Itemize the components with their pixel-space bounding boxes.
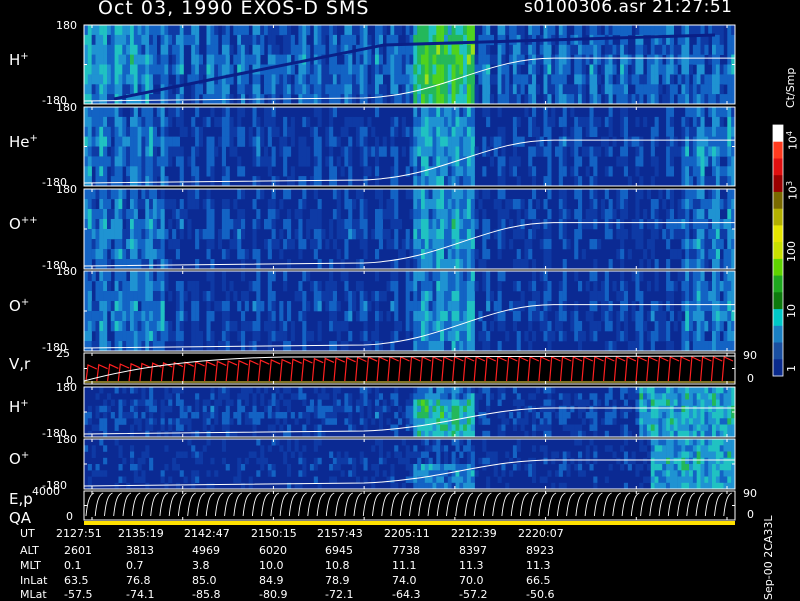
panel-h2 [84, 387, 735, 437]
colorbar-band [773, 359, 783, 376]
panel-vr [84, 353, 735, 384]
panel-o2 [84, 439, 735, 489]
footer-cell: 3813 [126, 544, 154, 557]
colorbar-label: 10 [785, 304, 798, 318]
axis-top-vr: 25 [56, 347, 70, 360]
panel-label-ep: E,p [9, 490, 33, 508]
axis-top-opp: 180 [56, 183, 77, 196]
colorbar [773, 125, 783, 377]
panel-label-o1: O+ [9, 297, 29, 315]
footer-cell: -50.6 [526, 588, 554, 601]
footer-cell: 74.0 [392, 574, 417, 587]
footer-cell: -74.1 [126, 588, 154, 601]
footer-cell: 8397 [459, 544, 487, 557]
panel-opp [84, 189, 735, 269]
colorbar-band [773, 343, 783, 360]
panel-label-h2: H+ [9, 398, 29, 416]
footer-cell: 8923 [526, 544, 554, 557]
colorbar-band [773, 159, 783, 176]
footer-cell: 66.5 [526, 574, 551, 587]
colorbar-band [773, 276, 783, 293]
footer-row-label: MLat [20, 588, 47, 601]
footer-cell: 78.9 [325, 574, 350, 587]
colorbar-band [773, 242, 783, 259]
right-axis-top-ep: 90 [743, 487, 757, 500]
panel-label-o2: O+ [9, 450, 29, 468]
footer-cell: 2135:19 [118, 527, 164, 540]
colorbar-band [773, 125, 783, 142]
footer-cell: 11.3 [526, 559, 551, 572]
footer-row-label: ALT [20, 544, 39, 557]
footer-cell: -85.8 [192, 588, 220, 601]
axis-bottom-ep: 0 [66, 510, 73, 523]
footer-cell: 6020 [259, 544, 287, 557]
colorbar-band [773, 142, 783, 159]
footer-row-label: MLT [20, 559, 41, 572]
panel-label-vr: V,r [9, 355, 30, 373]
colorbar-label: 103 [785, 181, 800, 200]
footer-cell: 84.9 [259, 574, 284, 587]
footer-cell: 6945 [325, 544, 353, 557]
footer-cell: 0.1 [64, 559, 82, 572]
colorbar-label: 104 [785, 131, 800, 150]
spectrogram-plot [0, 0, 800, 600]
right-axis-top-vr: 90 [743, 349, 757, 362]
panel-label-he: He+ [9, 133, 38, 151]
footer-cell: 2205:11 [384, 527, 430, 540]
footer-cell: 76.8 [126, 574, 151, 587]
axis-top-o1: 180 [56, 265, 77, 278]
panel-h1 [84, 25, 735, 104]
colorbar-band [773, 209, 783, 226]
footer-cell: -57.5 [64, 588, 92, 601]
footer-cell: 0.7 [126, 559, 144, 572]
footer-cell: 2601 [64, 544, 92, 557]
footer-stamp: Sep-00 2CA33L [762, 515, 775, 600]
footer-cell: -80.9 [259, 588, 287, 601]
footer-cell: 63.5 [64, 574, 89, 587]
colorbar-label: 1 [785, 365, 798, 372]
footer-cell: 2127:51 [56, 527, 102, 540]
footer-cell: -72.1 [325, 588, 353, 601]
footer-cell: 10.8 [325, 559, 350, 572]
colorbar-band [773, 225, 783, 242]
footer-cell: 85.0 [192, 574, 217, 587]
footer-cell: 2157:43 [317, 527, 363, 540]
colorbar-label: 100 [785, 241, 798, 262]
axis-top-h2: 180 [56, 381, 77, 394]
panel-label-h1: H+ [9, 51, 29, 69]
panel-label2-ep: QA [9, 509, 31, 527]
colorbar-band [773, 259, 783, 276]
footer-cell: 2150:15 [251, 527, 297, 540]
footer-cell: 2212:39 [451, 527, 497, 540]
panel-ep [84, 491, 735, 525]
colorbar-units: Ct/Smp [784, 68, 797, 108]
axis-top-he: 180 [56, 101, 77, 114]
panel-o1 [84, 271, 735, 351]
footer-row-label: UT [20, 527, 35, 540]
footer-cell: 2220:07 [518, 527, 564, 540]
footer-cell: -57.2 [459, 588, 487, 601]
right-axis-bottom-vr: 0 [747, 372, 754, 385]
right-axis-bottom-ep: 0 [747, 508, 754, 521]
footer-cell: 70.0 [459, 574, 484, 587]
colorbar-band [773, 309, 783, 326]
colorbar-band [773, 175, 783, 192]
panel-label-opp: O++ [9, 215, 38, 233]
footer-cell: 11.1 [392, 559, 417, 572]
footer-row-label: InLat [20, 574, 47, 587]
footer-cell: -64.3 [392, 588, 420, 601]
footer-cell: 10.0 [259, 559, 284, 572]
colorbar-band [773, 292, 783, 309]
footer-cell: 7738 [392, 544, 420, 557]
colorbar-band [773, 326, 783, 343]
footer-cell: 4969 [192, 544, 220, 557]
footer-cell: 2142:47 [184, 527, 230, 540]
panel-he [84, 107, 735, 186]
colorbar-band [773, 192, 783, 209]
axis-top-ep: 4000 [32, 485, 60, 498]
axis-top-o2: 180 [56, 433, 77, 446]
footer-cell: 11.3 [459, 559, 484, 572]
axis-top-h1: 180 [56, 19, 77, 32]
footer-cell: 3.8 [192, 559, 210, 572]
